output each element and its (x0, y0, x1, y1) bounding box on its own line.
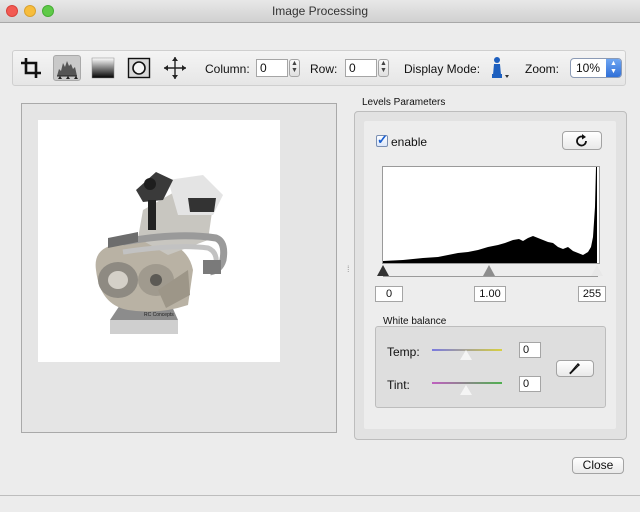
crop-icon (21, 58, 41, 78)
gamma-thumb[interactable] (483, 265, 495, 276)
temp-input[interactable]: 0 (519, 342, 541, 358)
display-mode-icon (492, 57, 509, 78)
reset-icon (576, 134, 587, 147)
black-point-thumb[interactable] (377, 265, 389, 276)
vignette-icon (127, 57, 151, 79)
row-input[interactable]: 0 (345, 59, 377, 77)
splitter-grip[interactable]: ⁞ (347, 264, 350, 274)
row-stepper[interactable]: ▲ ▼ (378, 59, 389, 77)
column-input[interactable]: 0 (256, 59, 288, 77)
reset-levels-button[interactable] (562, 131, 602, 150)
checkmark-icon: ✓ (377, 132, 388, 147)
tint-slider-thumb[interactable] (460, 385, 472, 395)
zoom-value: 10% (576, 61, 601, 75)
display-mode-label: Display Mode: (404, 62, 481, 76)
levels-icon (57, 61, 78, 79)
close-button[interactable]: Close (572, 457, 624, 474)
toolbar: Column: 0 ▲ ▼ Row: 0 ▲ ▼ Display Mode: Zoo… (12, 50, 626, 86)
move-icon (164, 57, 186, 79)
black-point-input[interactable]: 0 (375, 286, 403, 302)
image-preview-panel: RC Concepts (21, 103, 337, 433)
row-label: Row: (310, 62, 338, 76)
histogram-plot (383, 167, 597, 263)
title-bar: Image Processing (0, 0, 640, 23)
window-title: Image Processing (271, 4, 369, 18)
move-tool-button[interactable] (161, 55, 189, 81)
eyedropper-icon (569, 363, 580, 375)
white-point-thumb[interactable] (591, 265, 603, 276)
tint-label: Tint: (387, 378, 410, 392)
gamma-input[interactable]: 1.00 (474, 286, 506, 302)
column-label: Column: (205, 62, 250, 76)
enable-label: enable (391, 135, 428, 149)
gradient-tool-button[interactable] (89, 55, 117, 81)
zoom-select[interactable]: 10% ▲ ▼ (570, 58, 622, 78)
white-balance-picker-button[interactable] (556, 360, 594, 377)
window-bottom-border (0, 495, 640, 496)
crop-tool-button[interactable] (17, 55, 45, 81)
engine-caption: RC Concepts (144, 312, 174, 318)
vignette-tool-button[interactable] (125, 55, 153, 81)
levels-slider-track[interactable] (383, 276, 598, 277)
tint-slider-track[interactable] (432, 382, 502, 384)
levels-tool-button[interactable] (53, 55, 81, 81)
histogram (382, 166, 600, 264)
temp-label: Temp: (387, 345, 420, 359)
column-stepper[interactable]: ▲ ▼ (289, 59, 300, 77)
engine-image: RC Concepts (95, 172, 228, 334)
gradient-icon (91, 57, 115, 79)
tint-input[interactable]: 0 (519, 376, 541, 392)
temp-slider-thumb[interactable] (460, 350, 472, 360)
image-canvas[interactable]: RC Concepts (38, 120, 280, 362)
enable-checkbox[interactable]: ✓ (376, 132, 388, 147)
zoom-arrows-icon: ▲ ▼ (606, 59, 621, 77)
zoom-label: Zoom: (525, 62, 560, 76)
display-mode-button[interactable] (485, 55, 511, 81)
white-point-input[interactable]: 255 (578, 286, 606, 302)
levels-parameters-title: Levels Parameters (362, 97, 446, 108)
